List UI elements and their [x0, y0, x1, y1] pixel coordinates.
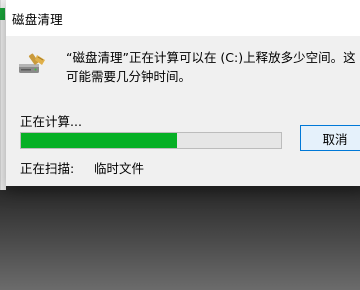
progress-bar — [20, 132, 282, 149]
status-text: 正在计算... — [20, 114, 82, 129]
cancel-button[interactable]: 取消 — [300, 125, 360, 151]
calculation-message: “磁盘清理”正在计算可以在 (C:)上释放多少空间。这可能需要几分钟时间。 — [66, 50, 356, 84]
title-bar[interactable]: 磁盘清理 — [6, 0, 360, 36]
background-window-border — [0, 0, 1, 190]
disk-cleanup-dialog: 磁盘清理 “磁盘清理”正在计算可以在 (C:)上释放多少空间。这可能需要几分钟时… — [6, 0, 360, 186]
progress-fill — [21, 133, 177, 148]
background-green-marker — [0, 8, 5, 20]
window-title: 磁盘清理 — [12, 12, 63, 27]
scanning-item: 临时文件 — [94, 161, 145, 176]
disk-cleanup-icon — [18, 52, 46, 76]
scanning-label: 正在扫描: — [20, 161, 75, 176]
